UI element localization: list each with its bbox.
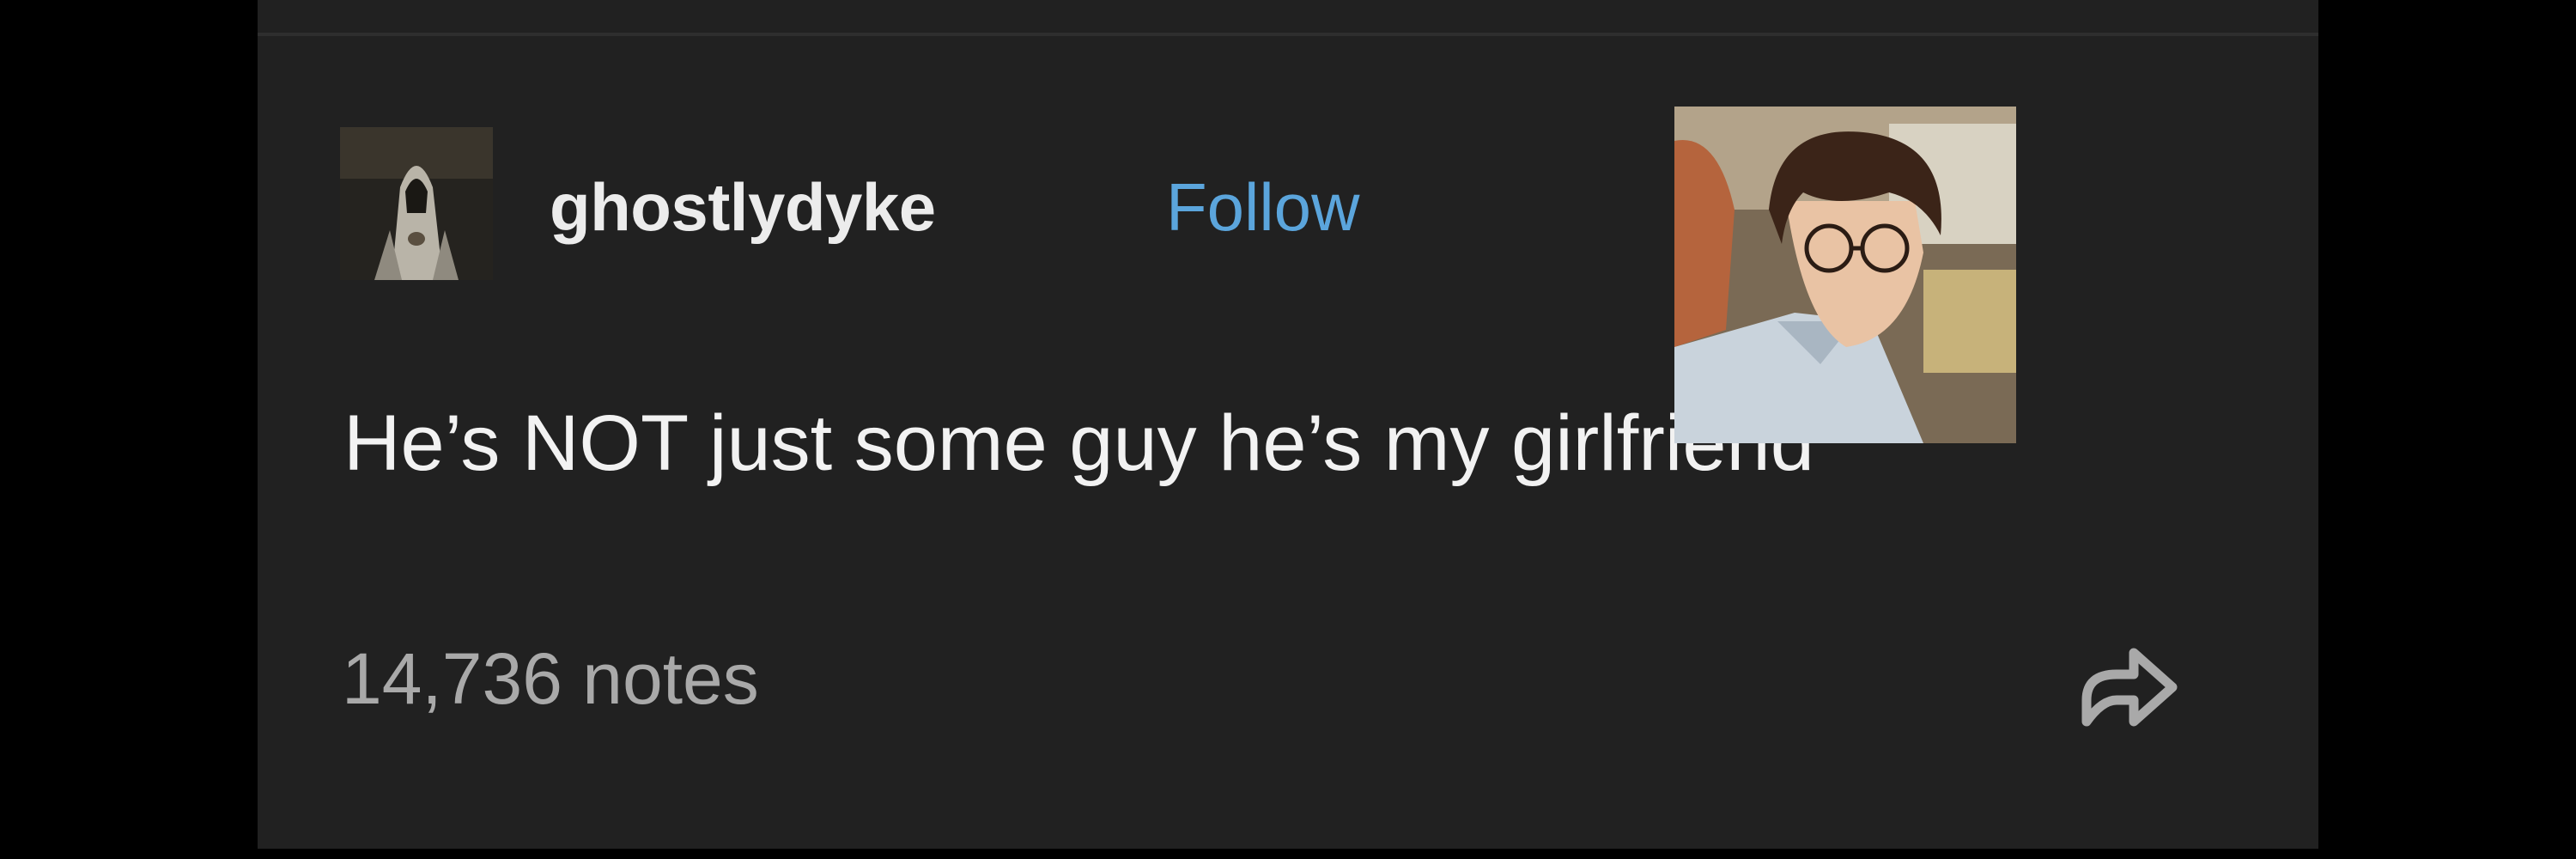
user-avatar[interactable] [340, 127, 493, 280]
share-arrow-icon[interactable] [2061, 618, 2190, 747]
post-body-text: He’s NOT just some guy he’s my girlfrien… [343, 399, 1814, 487]
tumblr-post: ghostlydyke Follow He’s NOT just some gu… [258, 0, 2318, 849]
cartoon-boy-image [1674, 107, 2016, 443]
post-username[interactable]: ghostlydyke [550, 174, 936, 241]
notes-count[interactable]: 14,736 notes [342, 643, 759, 715]
top-divider [258, 33, 2318, 36]
follow-button[interactable]: Follow [1166, 174, 1359, 241]
